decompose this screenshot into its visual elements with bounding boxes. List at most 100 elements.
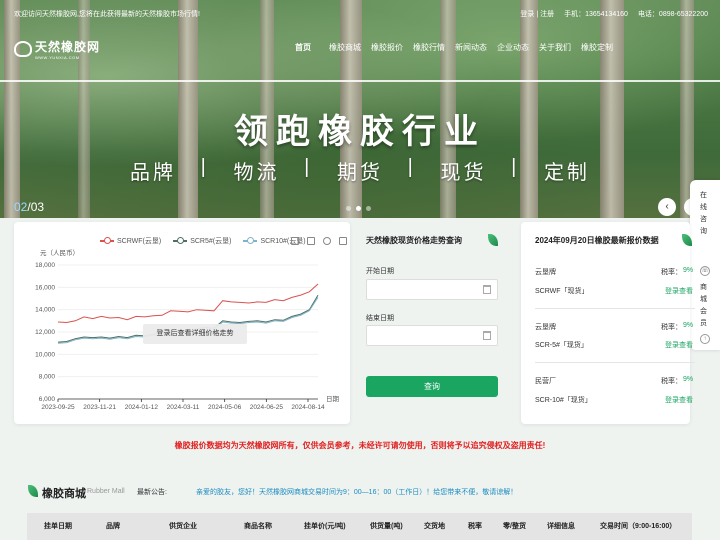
tagline-separator: | (511, 156, 520, 178)
nav-divider (0, 80, 720, 82)
mall-subtitle: Rubber Mall (87, 488, 125, 495)
logo-domain: WWW.YUNXIA.COM (35, 55, 80, 60)
tax-label: 税率： (661, 378, 682, 385)
refresh-icon[interactable] (323, 237, 331, 245)
tax-label: 税率： (661, 324, 682, 331)
legend-label: SCRWF(云垦) (117, 238, 162, 245)
download-icon[interactable] (339, 237, 347, 245)
y-tick-label: 6,000 (39, 396, 56, 403)
slide-dot[interactable] (346, 206, 351, 211)
column-header: 挂单日期 (44, 523, 72, 530)
top-links: 登录 | 注册 手机：13654134160 电话：0898-65322200 (520, 9, 708, 19)
welcome-text: 欢迎访问天然橡胶网,您将在此获得最新的天然橡胶市场行情! (14, 11, 200, 18)
column-header: 交货地 (424, 523, 445, 530)
column-header: 供货企业 (169, 523, 197, 530)
nav-menu: 首页 橡胶商城 橡胶报价 橡胶行情 新闻动态 企业动态 关于我们 橡胶定制 (282, 42, 618, 53)
leaf-icon (488, 234, 498, 246)
slide-dot[interactable] (356, 206, 361, 211)
copyright-notice: 橡胶报价数据均为天然橡胶网所有，仅供会员参考，未经许可请勿使用，否则将予以追究侵… (174, 441, 546, 450)
start-date-label: 开始日期 (366, 268, 394, 275)
nav-item-mall[interactable]: 橡胶商城 (324, 42, 366, 53)
column-header: 零/整货 (503, 523, 526, 530)
query-title: 天然橡胶现货价格走势查询 (366, 236, 462, 245)
legend-swatch (243, 238, 258, 244)
y-tick-label: 18,000 (35, 262, 55, 269)
chart-toolbox (291, 237, 347, 245)
legend-item[interactable]: SCR5#(云垦) (173, 236, 231, 246)
divider (535, 362, 695, 363)
y-tick-label: 10,000 (35, 351, 55, 358)
tagline-word: 物流 (233, 162, 280, 184)
end-date-label: 结束日期 (366, 315, 394, 322)
line-chart-icon[interactable] (307, 237, 315, 245)
x-tick-label: 2024-08-14 (291, 404, 325, 411)
tagline-word: 定制 (543, 162, 590, 184)
x-tick-label: 2024-06-25 (250, 404, 284, 411)
up-arrow-icon[interactable]: ↑ (700, 334, 710, 344)
x-tick-label: 2023-11-21 (83, 404, 116, 411)
slide-dot[interactable] (366, 206, 371, 211)
column-header: 品牌 (106, 523, 120, 530)
price-product: SCR-10#「现货」 (535, 397, 592, 404)
price-source: 民营厂 (535, 378, 556, 385)
tagline-separator: | (304, 156, 313, 178)
nav-item-news[interactable]: 新闻动态 (450, 42, 492, 53)
nav-item-about[interactable]: 关于我们 (534, 42, 576, 53)
x-tick-label: 2024-03-11 (167, 404, 200, 411)
divider (535, 308, 695, 309)
legend-item[interactable]: SCRWF(云垦) (100, 236, 161, 246)
online-consult-link[interactable]: 在线咨询 (700, 190, 710, 238)
nav-item-company-news[interactable]: 企业动态 (492, 42, 534, 53)
bar-chart-icon[interactable] (291, 237, 299, 245)
login-view-link[interactable]: 登录查看 (665, 286, 693, 296)
price-source: 云垦牌 (535, 324, 556, 331)
y-tick-label: 8,000 (39, 374, 56, 381)
price-product: SCRWF「现货」 (535, 288, 589, 295)
login-register-link[interactable]: 登录 | 注册 (520, 9, 554, 19)
slide-counter: 02/03 (14, 200, 44, 214)
nav-item-home[interactable]: 首页 (282, 42, 324, 53)
side-service-widget: 在线咨询 ☏ 商城会员 ↑ (690, 180, 720, 350)
mall-table-header: 挂单日期 品牌 供货企业 商品名称 挂单价(元/吨) 供货量(吨) 交货地 税率… (27, 513, 692, 540)
banner-slogan: 领跑橡胶行业 (234, 113, 486, 151)
column-header: 商品名称 (244, 523, 272, 530)
login-view-link[interactable]: 登录查看 (665, 395, 693, 405)
banner-tagline: 品牌 | 物流 | 期货 | 现货 | 定制 (130, 156, 590, 185)
main-nav: 天然橡胶网 WWW.YUNXIA.COM 首页 橡胶商城 橡胶报价 橡胶行情 新… (0, 30, 720, 62)
x-tick-label: 2024-05-06 (208, 404, 242, 411)
site-logo[interactable]: 天然橡胶网 WWW.YUNXIA.COM (14, 38, 100, 60)
price-source: 云垦牌 (535, 269, 556, 276)
tagline-word: 期货 (336, 162, 383, 184)
nav-item-custom[interactable]: 橡胶定制 (576, 42, 618, 53)
mobile-contact: 手机：13654134160 (564, 11, 628, 18)
latest-price-title: 2024年09月20日橡胶最新报价数据 (535, 236, 659, 245)
start-date-input[interactable] (366, 279, 498, 300)
mall-title: 橡胶商城 (42, 488, 86, 500)
column-header: 详细信息 (547, 523, 575, 530)
nav-item-quotes[interactable]: 橡胶报价 (366, 42, 408, 53)
login-overlay[interactable]: 登录后查看详细价格走势 (143, 324, 247, 344)
y-axis-label: 元（人民币） (40, 249, 79, 257)
calendar-icon (483, 331, 491, 340)
leaf-icon (28, 485, 38, 497)
prev-slide-button[interactable]: ‹ (658, 198, 676, 216)
top-bar: 欢迎访问天然橡胶网,您将在此获得最新的天然橡胶市场行情! 登录 | 注册 手机：… (0, 0, 720, 26)
hero-banner: 欢迎访问天然橡胶网,您将在此获得最新的天然橡胶市场行情! 登录 | 注册 手机：… (0, 0, 720, 218)
chart-legend: SCRWF(云垦) SCR5#(云垦) SCR10#(云垦) (100, 236, 306, 246)
announcement-text[interactable]: 亲爱的胶友，您好！天然橡胶网商城交易时间为9：00—16：00（工作日）！给您带… (196, 487, 517, 497)
tagline-separator: | (200, 156, 209, 178)
price-product: SCR-5#「现货」 (535, 342, 588, 349)
member-link[interactable]: 商城会员 (700, 282, 710, 330)
end-date-input[interactable] (366, 325, 498, 346)
tax-label: 税率： (661, 269, 682, 276)
y-tick-label: 12,000 (35, 329, 55, 336)
nav-item-market[interactable]: 橡胶行情 (408, 42, 450, 53)
series-line (57, 283, 319, 324)
tax-value: 9% (683, 322, 694, 329)
y-tick-label: 16,000 (35, 284, 55, 291)
legend-swatch (173, 238, 188, 244)
phone-icon[interactable]: ☏ (700, 266, 710, 276)
query-button[interactable]: 查询 (366, 376, 498, 397)
column-header: 税率 (468, 523, 482, 530)
login-view-link[interactable]: 登录查看 (665, 340, 693, 350)
